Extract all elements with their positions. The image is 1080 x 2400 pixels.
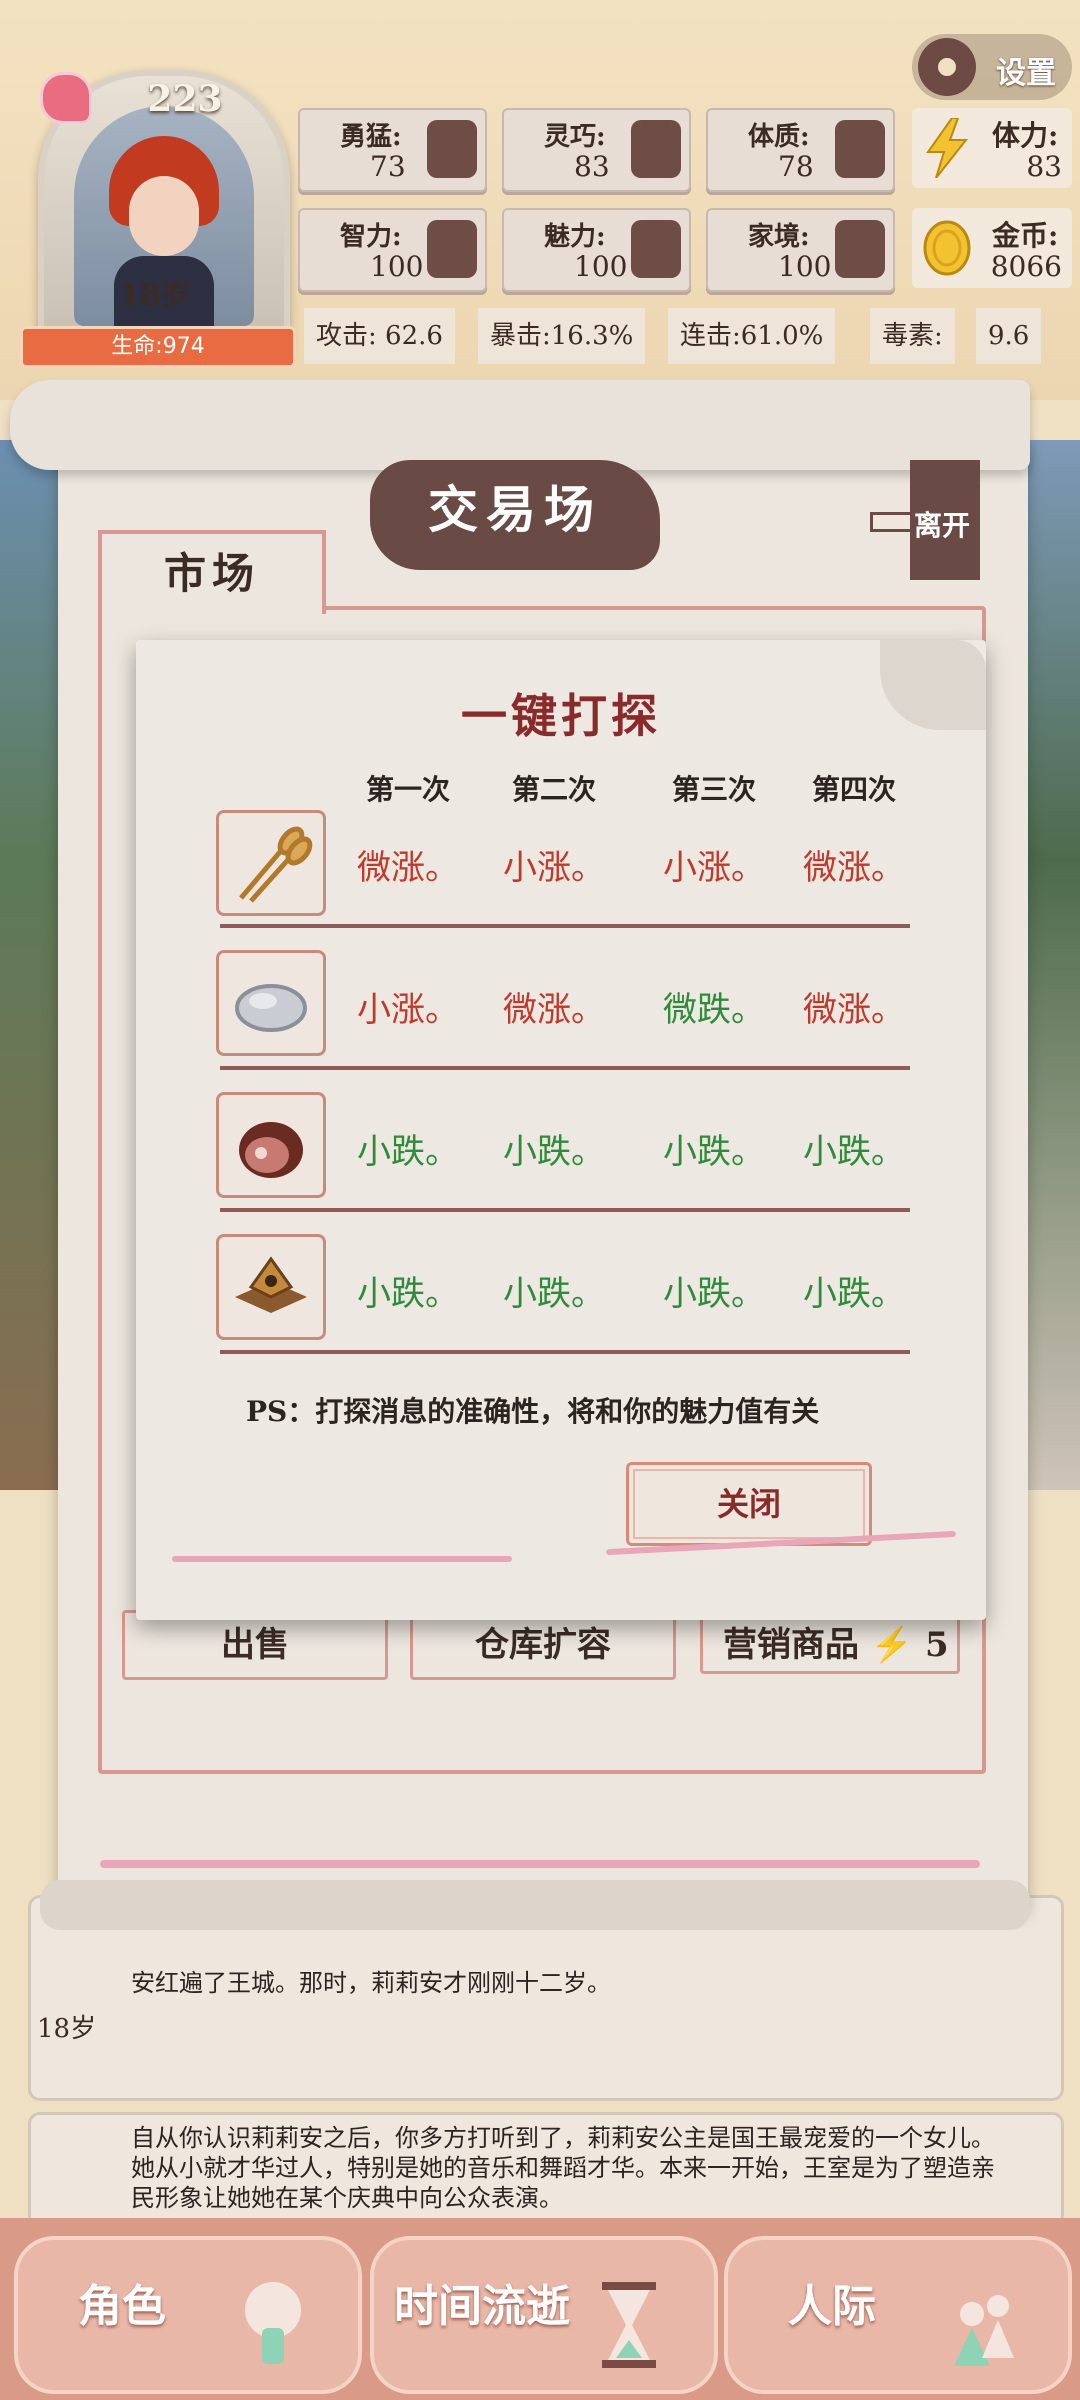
- forecast-cell: 小跌。: [663, 1275, 765, 1313]
- hourglass-icon: [602, 2282, 656, 2368]
- forecast-cell: 小跌。: [503, 1275, 605, 1313]
- forecast-cell: 小跌。: [357, 1133, 459, 1171]
- accuracy-note: PS：打探消息的准确性，将和你的魅力值有关: [246, 1395, 820, 1428]
- row-divider: [220, 1208, 910, 1212]
- close-button[interactable]: 关闭: [626, 1462, 872, 1546]
- row-divider: [220, 1350, 910, 1354]
- stone-icon: [216, 950, 326, 1056]
- column-header: 第一次: [365, 773, 450, 806]
- forecast-cell: 小跌。: [357, 1275, 459, 1313]
- column-header: 第三次: [671, 773, 756, 806]
- wheat-icon: [216, 810, 326, 916]
- people-icon: [954, 2295, 1014, 2366]
- row-divider: [220, 1066, 910, 1070]
- nav-label: 角色: [78, 2281, 166, 2332]
- nav-time-passes[interactable]: 时间流逝: [370, 2236, 718, 2394]
- forecast-cell: 微涨。: [357, 849, 459, 887]
- nav-label: 时间流逝: [394, 2281, 570, 2332]
- forecast-cell: 微涨。: [803, 849, 905, 887]
- nav-character[interactable]: 角色: [14, 2236, 362, 2394]
- nav-social[interactable]: 人际: [724, 2236, 1072, 2394]
- forecast-cell: 小跌。: [803, 1275, 905, 1313]
- row-divider: [220, 924, 910, 928]
- forecast-cell: 小跌。: [803, 1133, 905, 1171]
- forecast-cell: 微跌。: [663, 991, 765, 1029]
- forecast-cell: 微涨。: [803, 991, 905, 1029]
- decorative-divider: [172, 1556, 512, 1562]
- forecast-cell: 小涨。: [357, 991, 459, 1029]
- forecast-cell: 微涨。: [503, 991, 605, 1029]
- nav-label: 人际: [788, 2281, 876, 2332]
- column-header: 第四次: [811, 773, 896, 806]
- forecast-cell: 小跌。: [503, 1133, 605, 1171]
- forecast-cell: 小跌。: [663, 1133, 765, 1171]
- forecast-cell: 小涨。: [663, 849, 765, 887]
- forecast-cell: 小涨。: [503, 849, 605, 887]
- popup-title: 一键打探: [461, 689, 661, 743]
- character-icon: [245, 2282, 301, 2364]
- meat-icon: [216, 1092, 326, 1198]
- column-header: 第二次: [511, 773, 596, 806]
- ore-crate-icon: [216, 1234, 326, 1340]
